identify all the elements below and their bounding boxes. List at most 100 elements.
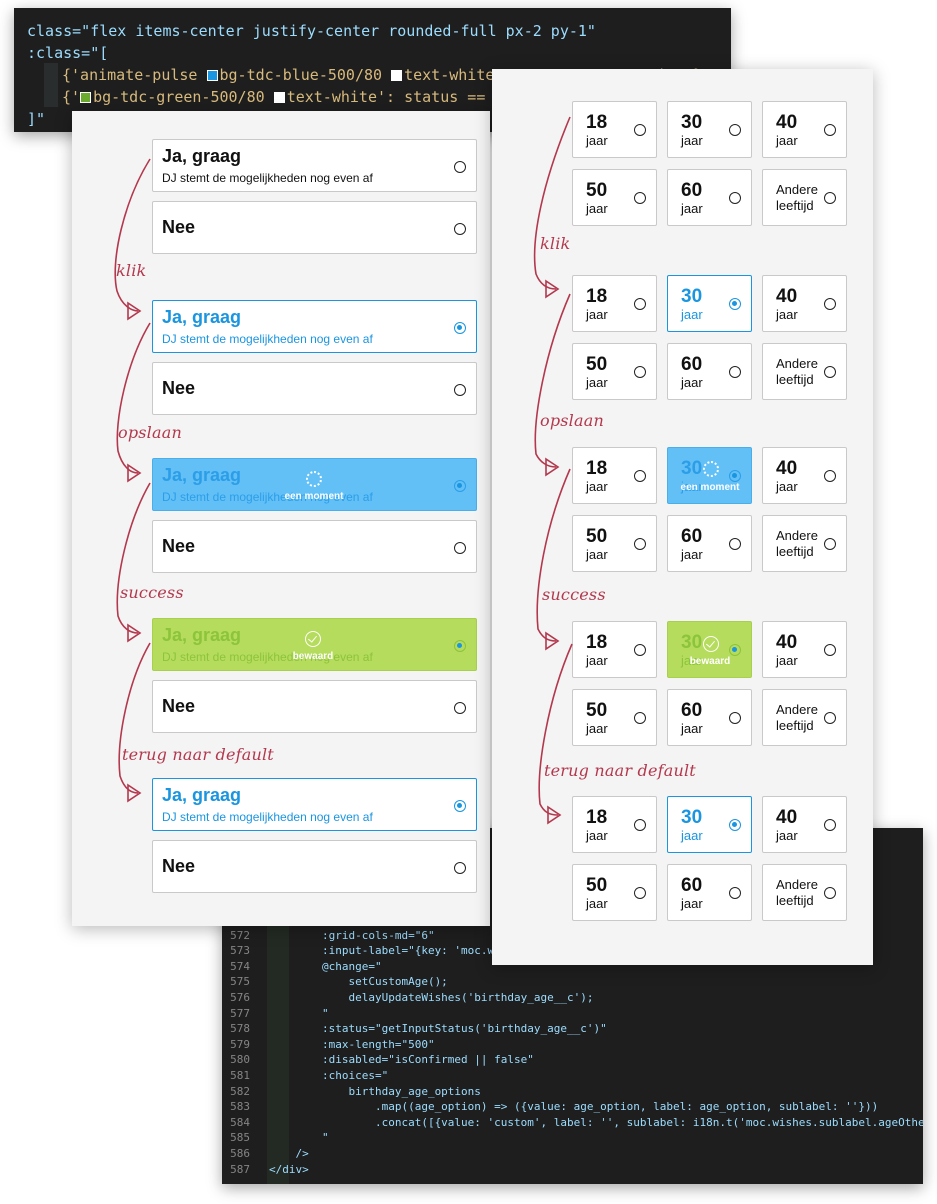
option-label: 18 — [586, 112, 608, 133]
age-option-60[interactable]: 60 jaar — [667, 169, 752, 226]
code-line: 581 :choices=" — [222, 1068, 923, 1084]
age-option-other[interactable]: Andere leeftijd — [762, 515, 847, 572]
line-number: 579 — [230, 1037, 250, 1051]
option-sublabel: leeftijd — [776, 372, 814, 387]
spinner-icon — [703, 461, 719, 477]
age-option-50[interactable]: 50 jaar — [572, 689, 657, 746]
age-option-40[interactable]: 40 jaar — [762, 447, 847, 504]
option-no[interactable]: Nee — [152, 201, 477, 254]
option-yes[interactable]: Ja, graag DJ stemt de mogelijkheden nog … — [152, 139, 477, 192]
age-option-other[interactable]: Andere leeftijd — [762, 169, 847, 226]
option-no[interactable]: Nee — [152, 362, 477, 415]
option-sublabel: jaar — [586, 721, 608, 736]
radio-icon — [634, 192, 646, 204]
option-label: Ja, graag — [162, 146, 242, 166]
age-option-18[interactable]: 18 jaar — [572, 275, 657, 332]
check-circle-icon — [703, 636, 719, 652]
line-number: 582 — [230, 1084, 250, 1098]
age-option-40[interactable]: 40 jaar — [762, 275, 847, 332]
option-label: Andere — [776, 528, 818, 543]
option-label: 50 — [586, 700, 608, 721]
age-option-60[interactable]: 60 jaar — [667, 515, 752, 572]
option-sublabel: jaar — [681, 828, 703, 843]
age-option-18[interactable]: 18 jaar — [572, 447, 657, 504]
radio-icon — [634, 644, 646, 656]
option-label: 18 — [586, 632, 608, 653]
option-yes-saved[interactable]: Ja, graag DJ stemt de mogelijkheden nog … — [152, 618, 477, 671]
age-option-60[interactable]: 60 jaar — [667, 343, 752, 400]
age-option-30[interactable]: 30 jaar een moment — [667, 447, 752, 504]
option-sublabel: jaar — [586, 375, 608, 390]
option-label: Ja, graag — [162, 307, 242, 327]
age-option-50[interactable]: 50 jaar — [572, 864, 657, 921]
option-sublabel: jaar — [681, 133, 703, 148]
radio-icon — [824, 470, 836, 482]
option-yes-selected[interactable]: Ja, graag DJ stemt de mogelijkheden nog … — [152, 778, 477, 831]
age-option-18[interactable]: 18 jaar — [572, 101, 657, 158]
age-option-60[interactable]: 60 jaar — [667, 689, 752, 746]
radio-icon — [634, 366, 646, 378]
option-yes-saving[interactable]: Ja, graag DJ stemt de mogelijkheden nog … — [152, 458, 477, 511]
option-label: Nee — [162, 378, 196, 398]
age-option-50[interactable]: 50 jaar — [572, 515, 657, 572]
radio-icon — [454, 161, 466, 173]
age-option-30[interactable]: 30 jaar — [667, 101, 752, 158]
option-label: Nee — [162, 217, 196, 237]
option-label: Andere — [776, 356, 818, 371]
annotation-reset: terug naar default — [544, 761, 696, 780]
age-option-other[interactable]: Andere leeftijd — [762, 689, 847, 746]
age-option-18[interactable]: 18 jaar — [572, 621, 657, 678]
radio-checked-icon — [729, 470, 741, 482]
option-sublabel: jaar — [776, 828, 798, 843]
line-number: 574 — [230, 959, 250, 973]
age-option-30[interactable]: 30 jaar — [667, 275, 752, 332]
age-option-40[interactable]: 40 jaar — [762, 796, 847, 853]
annotation-click: klik — [540, 234, 571, 253]
option-sublabel: jaar — [681, 721, 703, 736]
age-option-30[interactable]: 30 jaar bewaard — [667, 621, 752, 678]
radio-icon — [729, 712, 741, 724]
radio-checked-icon — [729, 819, 741, 831]
age-option-60[interactable]: 60 jaar — [667, 864, 752, 921]
green-swatch-icon — [80, 92, 92, 103]
radio-icon — [454, 542, 466, 554]
option-sublabel: jaar — [681, 896, 703, 911]
option-label: 18 — [586, 286, 608, 307]
radio-icon — [824, 644, 836, 656]
saving-label: een moment — [284, 491, 344, 502]
radio-icon — [729, 538, 741, 550]
option-label: Nee — [162, 536, 196, 556]
option-label: 50 — [586, 180, 608, 201]
option-sublabel: jaar — [586, 307, 608, 322]
radio-icon — [634, 819, 646, 831]
option-no[interactable]: Nee — [152, 520, 477, 573]
age-option-50[interactable]: 50 jaar — [572, 169, 657, 226]
option-sublabel: jaar — [776, 479, 798, 494]
code-line: 580 :disabled="isConfirmed || false" — [222, 1052, 923, 1068]
annotation-save: opslaan — [540, 411, 604, 430]
age-option-30[interactable]: 30 jaar — [667, 796, 752, 853]
code-text: delayUpdateWishes('birthday_age__c'); — [269, 991, 594, 1004]
option-yes-selected[interactable]: Ja, graag DJ stemt de mogelijkheden nog … — [152, 300, 477, 353]
age-option-40[interactable]: 40 jaar — [762, 621, 847, 678]
radio-icon — [454, 223, 466, 235]
radio-checked-icon — [729, 298, 741, 310]
option-no[interactable]: Nee — [152, 840, 477, 893]
option-no[interactable]: Nee — [152, 680, 477, 733]
option-sublabel: jaar — [586, 896, 608, 911]
age-option-50[interactable]: 50 jaar — [572, 343, 657, 400]
code-text: :status="getInputStatus('birthday_age__c… — [269, 1022, 607, 1036]
age-option-18[interactable]: 18 jaar — [572, 796, 657, 853]
option-label: 50 — [586, 354, 608, 375]
white-swatch-icon — [273, 92, 285, 103]
radio-icon — [729, 192, 741, 204]
option-sublabel: jaar — [586, 479, 608, 494]
line-number: 575 — [230, 975, 250, 989]
age-option-other[interactable]: Andere leeftijd — [762, 864, 847, 921]
line-number: 586 — [230, 1147, 250, 1160]
age-option-other[interactable]: Andere leeftijd — [762, 343, 847, 400]
option-label: 60 — [681, 526, 703, 547]
age-option-40[interactable]: 40 jaar — [762, 101, 847, 158]
radio-icon — [634, 712, 646, 724]
option-sublabel: jaar — [681, 547, 703, 562]
